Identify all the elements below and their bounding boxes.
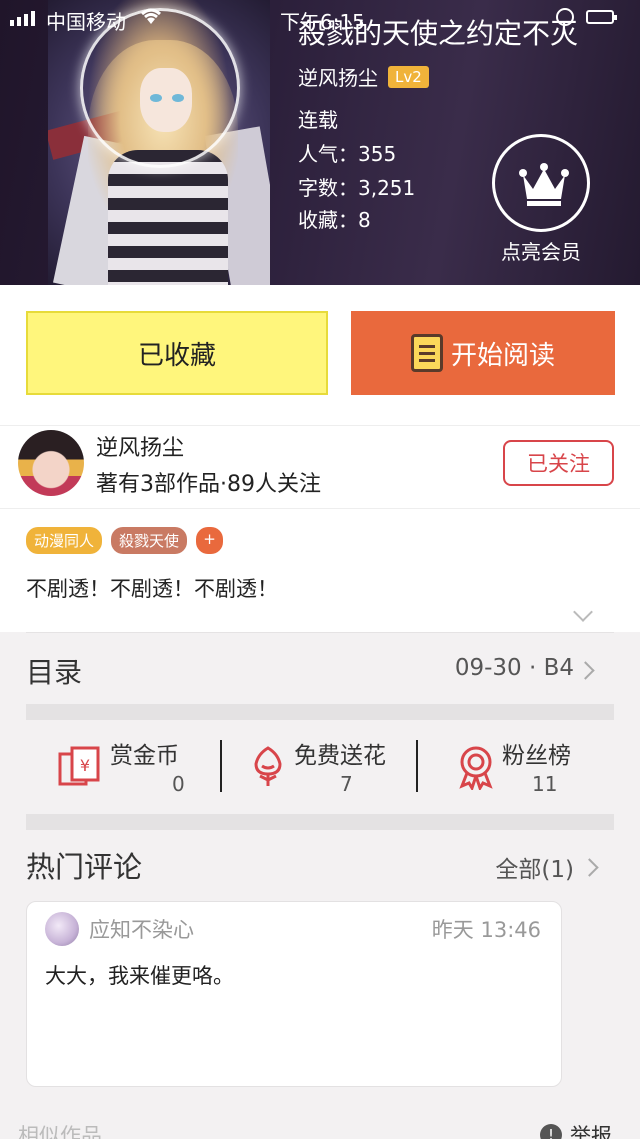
alert-icon: ! — [540, 1124, 562, 1139]
followed-button[interactable]: 已关注 — [503, 440, 614, 486]
signal-icon — [10, 10, 35, 26]
author-stats: 著有3部作品·89人关注 — [96, 472, 321, 497]
battery-icon — [586, 10, 617, 24]
reward-coins-button[interactable]: ¥ 赏金币 0 — [56, 734, 226, 800]
serial-status: 连载 — [298, 108, 338, 132]
collected-button[interactable]: 已收藏 — [26, 311, 328, 395]
popularity-stat: 人气：355 — [298, 142, 397, 166]
start-reading-label: 开始阅读 — [450, 340, 555, 371]
favorites-stat: 收藏：8 — [298, 208, 371, 232]
divider — [416, 740, 418, 792]
book-icon — [410, 334, 443, 372]
flower-icon — [254, 746, 282, 786]
book-description: 不剧透！不剧透！不剧透！ — [26, 577, 278, 601]
tag-angels-of-death[interactable]: 殺戮天使 — [111, 527, 188, 554]
comment-text: 大大，我来催更咯。 — [45, 964, 234, 988]
divider — [220, 740, 222, 792]
author-card: 逆风扬尘 著有3部作品·89人关注 已关注 — [0, 425, 640, 508]
commenter-avatar[interactable] — [45, 912, 79, 946]
header-author-name[interactable]: 逆风扬尘 — [298, 62, 378, 91]
fan-ranking-count: 11 — [532, 772, 558, 796]
hot-comments-title: 热门评论 — [26, 850, 143, 884]
action-bar: 已收藏 开始阅读 — [0, 285, 640, 425]
red-envelope-icon: ¥ — [58, 746, 100, 786]
send-flower-button[interactable]: 免费送花 7 — [244, 734, 424, 800]
tag-list: 动漫同人 殺戮天使 + — [26, 527, 224, 554]
send-flower-count: 7 — [340, 772, 353, 796]
header-author-row: 逆风扬尘 Lv2 — [298, 62, 429, 91]
wifi-icon — [138, 6, 164, 31]
author-name[interactable]: 逆风扬尘 — [96, 430, 184, 462]
section-divider — [26, 704, 614, 720]
intro-section: 动漫同人 殺戮天使 + 不剧透！不剧透！不剧透！ — [0, 508, 640, 632]
book-title: 殺戮的天使之约定不灭 — [298, 17, 579, 50]
section-divider — [26, 814, 614, 830]
catalog-label: 目录 — [26, 656, 83, 689]
book-cover-image[interactable] — [48, 0, 270, 285]
send-flower-label: 免费送花 — [294, 743, 386, 769]
tag-anime-fanfic[interactable]: 动漫同人 — [26, 527, 103, 554]
reward-bar: ¥ 赏金币 0 免费送花 7 粉丝榜 11 — [26, 720, 614, 814]
fan-ranking-button[interactable]: 粉丝榜 11 — [452, 734, 612, 800]
vip-label: 点亮会员 — [501, 240, 581, 264]
medal-icon — [459, 746, 493, 790]
word-count-value: 3,251 — [358, 176, 416, 200]
start-reading-button[interactable]: 开始阅读 — [351, 311, 615, 395]
latest-chapter: 09-30 · B4 — [454, 655, 574, 681]
reward-coins-count: 0 — [172, 772, 185, 796]
commenter-name[interactable]: 应知不染心 — [89, 914, 194, 944]
comment-card[interactable]: 应知不染心 昨天 13:46 大大，我来催更咯。 — [26, 901, 562, 1087]
add-tag-button[interactable]: + — [196, 527, 224, 554]
level-badge: Lv2 — [388, 65, 429, 88]
book-header: 中国移动 下午6:15 殺戮的天使之约定不灭 逆风扬尘 Lv2 连载 人气：35… — [0, 0, 640, 285]
reward-coins-label: 赏金币 — [110, 743, 179, 769]
vip-button[interactable]: 点亮会员 — [492, 134, 590, 264]
chevron-right-icon — [576, 661, 595, 680]
author-avatar[interactable] — [18, 430, 84, 496]
comment-time: 昨天 13:46 — [431, 918, 541, 942]
crown-icon — [519, 163, 569, 206]
all-comments-link[interactable]: 全部(1) — [495, 850, 574, 884]
report-label: 举报 — [570, 1124, 612, 1139]
svg-text:¥: ¥ — [80, 756, 90, 775]
chevron-right-icon[interactable] — [580, 858, 599, 877]
fan-ranking-label: 粉丝榜 — [502, 743, 571, 769]
catalog-row[interactable]: 目录 09-30 · B4 — [26, 632, 614, 704]
expand-chevron-icon[interactable] — [573, 602, 593, 622]
favorites-value: 8 — [358, 208, 371, 232]
carrier-name: 中国移动 — [46, 10, 126, 34]
similar-works-title: 相似作品 — [18, 1124, 102, 1139]
popularity-value: 355 — [358, 142, 397, 166]
word-count-stat: 字数：3,251 — [298, 176, 416, 200]
report-button[interactable]: ! 举报 — [540, 1120, 612, 1139]
